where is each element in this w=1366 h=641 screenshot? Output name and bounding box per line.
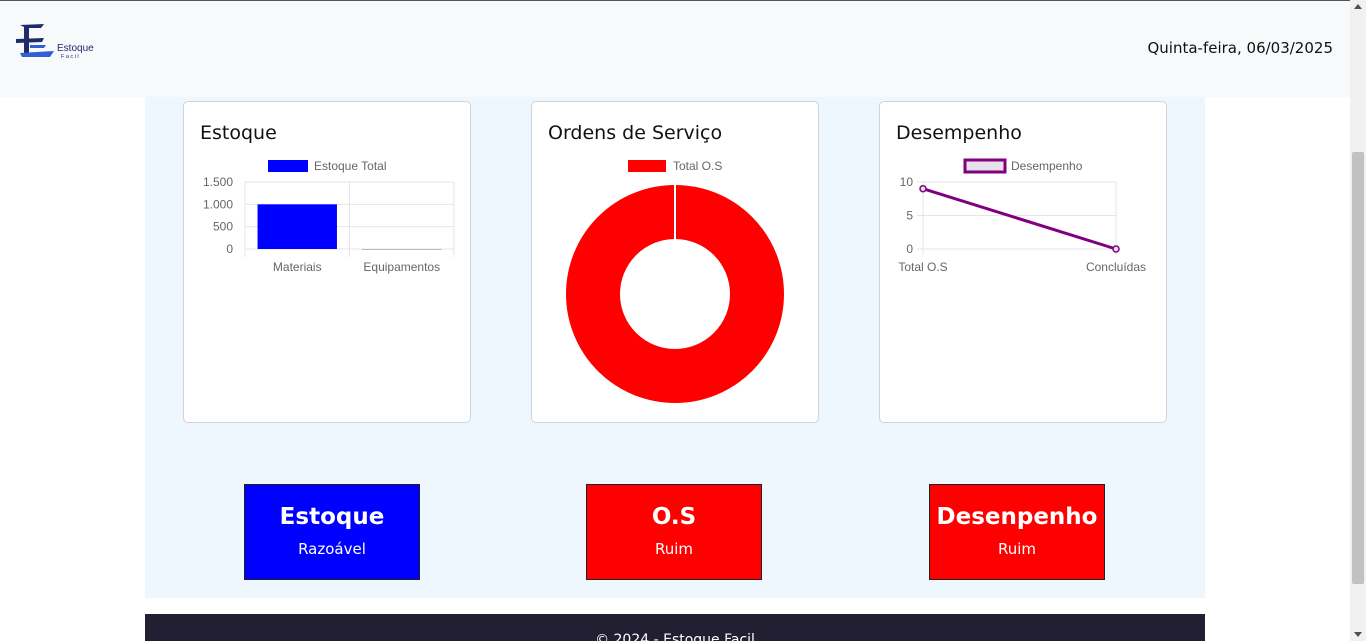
x-tick-label: Total O.S <box>898 260 947 274</box>
x-tick-label: Materiais <box>273 260 322 274</box>
legend-label-estoque-total: Estoque Total <box>314 159 387 173</box>
scroll-up-arrow-icon[interactable] <box>1354 4 1362 9</box>
desempenho-status-tile[interactable]: Desenpenho Ruim <box>929 484 1105 580</box>
desempenho-card: Desempenho 10 5 0 Total O.S Concluídas Desem… <box>879 101 1167 423</box>
y-tick-label: 1.000 <box>203 197 233 211</box>
y-tick-label: 10 <box>900 175 914 189</box>
logo-icon: Estoque Facil <box>16 24 94 60</box>
desempenho-tile-title: Desenpenho <box>936 504 1098 530</box>
legend-swatch-estoque-total <box>268 160 308 172</box>
desempenho-chart: Desempenho 10 5 0 Total O.S Concluídas <box>898 158 1146 274</box>
desempenho-tile-status: Ruim <box>997 540 1037 558</box>
y-tick-label: 5 <box>906 209 913 223</box>
legend-swatch-desempenho <box>963 158 1007 174</box>
estoque-card-title: Estoque <box>200 122 277 144</box>
footer: © 2024 - Estoque Facil <box>145 614 1205 641</box>
estoque-tile-title: Estoque <box>279 504 385 530</box>
dashboard-main: Estoque Total 1.500 1.000 500 0 Materiais Equ… <box>145 97 1205 598</box>
point-0 <box>919 184 927 193</box>
ordens-servico-chart: Total O.S <box>566 159 784 403</box>
ordens-servico-card: Total O.S Ordens de Serviço <box>531 101 819 423</box>
y-tick-label: 0 <box>906 242 913 256</box>
logo-subtext: Facil <box>61 54 80 60</box>
x-tick-label: Concluídas <box>1086 260 1146 274</box>
footer-text: © 2024 - Estoque Facil <box>595 632 755 641</box>
scrollbar-thumb[interactable] <box>1352 152 1364 584</box>
page-scrollbar[interactable] <box>1350 0 1366 641</box>
y-tick-label: 1.500 <box>203 175 233 189</box>
point-1 <box>1112 245 1120 253</box>
line-desempenho <box>922 187 1117 251</box>
y-tick-label: 0 <box>226 242 233 256</box>
legend-swatch-total-os <box>628 160 666 172</box>
estoque-chart: Estoque Total 1.500 1.000 500 0 Materiais Equ… <box>203 159 455 274</box>
os-tile-title: O.S <box>651 504 697 530</box>
legend-label-desempenho: Desempenho <box>1011 159 1083 173</box>
bar-materiais <box>257 204 337 249</box>
logo-text: Estoque <box>57 43 94 54</box>
scroll-down-arrow-icon[interactable] <box>1354 632 1362 637</box>
logo[interactable]: Estoque Facil <box>14 21 109 61</box>
ordens-servico-card-title: Ordens de Serviço <box>548 122 723 144</box>
desempenho-card-title: Desempenho <box>896 122 1022 144</box>
os-tile-status: Ruim <box>654 540 694 558</box>
os-status-tile[interactable]: O.S Ruim <box>586 484 762 580</box>
x-tick-label: Equipamentos <box>363 260 440 274</box>
estoque-status-tile[interactable]: Estoque Razoável <box>244 484 420 580</box>
bar-equipamentos <box>362 249 442 250</box>
legend-label-total-os: Total O.S <box>673 159 722 173</box>
estoque-card: Estoque Total 1.500 1.000 500 0 Materiais Equ… <box>183 101 471 423</box>
estoque-tile-status: Razoável <box>298 540 366 558</box>
y-tick-label: 500 <box>213 220 233 234</box>
current-date: Quinta-feira, 06/03/2025 <box>1147 39 1333 57</box>
header: Estoque Facil Quinta-feira, 06/03/2025 <box>0 0 1350 97</box>
